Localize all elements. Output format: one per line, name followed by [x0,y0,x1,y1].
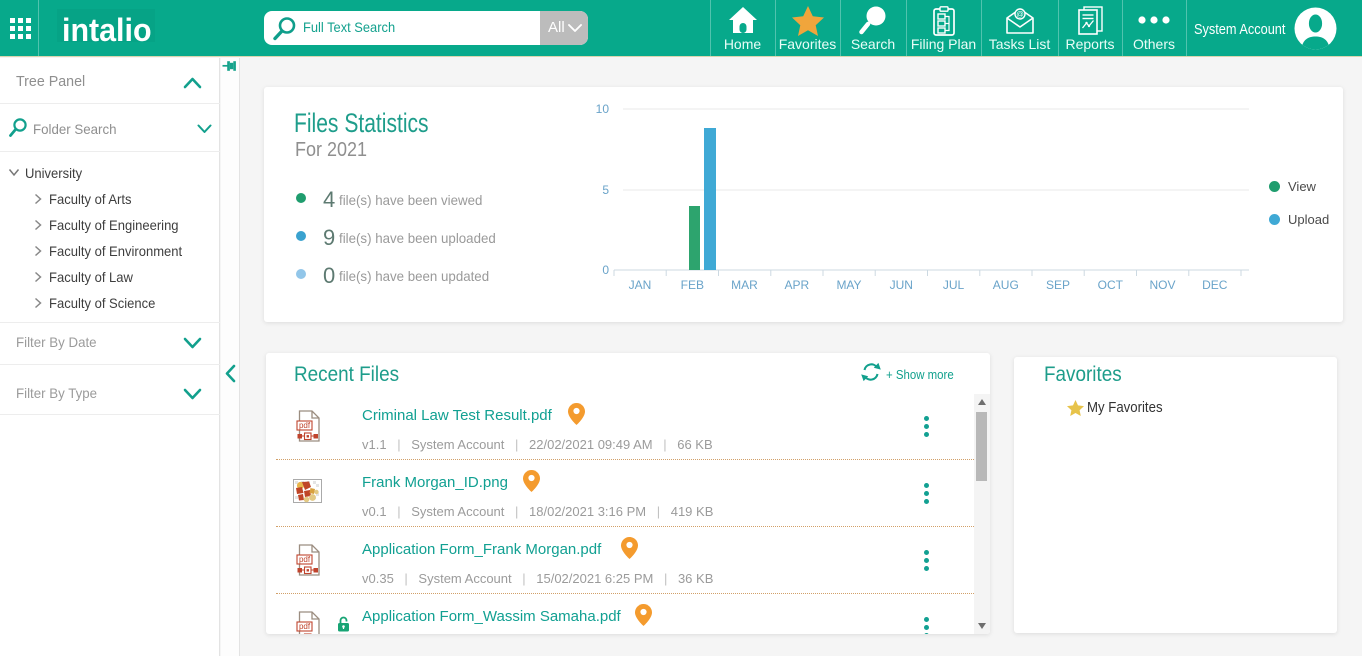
svg-text:@: @ [1016,10,1024,19]
svg-text:JUN: JUN [890,278,913,292]
svg-text:0: 0 [602,263,609,277]
svg-text:pdf: pdf [299,555,311,564]
svg-text:NOV: NOV [1149,278,1175,292]
svg-text:pdf: pdf [299,622,311,631]
svg-text:OCT: OCT [1098,278,1124,292]
svg-text:10: 10 [596,102,610,116]
svg-text:DEC: DEC [1202,278,1228,292]
svg-text:SEP: SEP [1046,278,1070,292]
svg-text:MAY: MAY [836,278,861,292]
svg-text:5: 5 [602,183,609,197]
svg-text:MAR: MAR [731,278,758,292]
svg-text:APR: APR [784,278,809,292]
svg-text:pdf: pdf [299,421,311,430]
svg-text:FEB: FEB [681,278,704,292]
svg-text:JUL: JUL [943,278,965,292]
svg-text:JAN: JAN [629,278,652,292]
svg-text:AUG: AUG [993,278,1019,292]
